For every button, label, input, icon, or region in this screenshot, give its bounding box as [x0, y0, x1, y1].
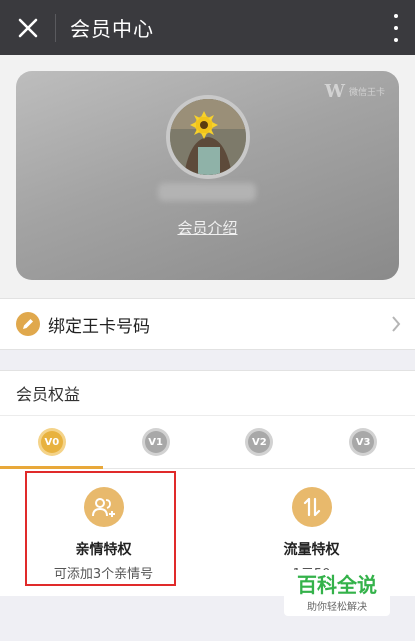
card-brand: W 微信王卡 — [325, 81, 385, 102]
bind-card-row[interactable]: 绑定王卡号码 — [0, 298, 415, 350]
more-menu-button[interactable] — [391, 14, 401, 42]
brand-logo-icon: W — [324, 81, 345, 102]
benefit-name: 流量特权 — [283, 542, 340, 558]
brand-text: 微信王卡 — [348, 88, 385, 98]
member-name-blurred — [158, 183, 256, 201]
member-rights-title: 会员权益 — [16, 385, 81, 404]
chevron-right-icon — [392, 316, 401, 332]
bind-card-label: 绑定王卡号码 — [48, 316, 150, 337]
pencil-icon — [16, 312, 40, 336]
level-badge: V2 — [248, 431, 271, 453]
tab-level-v0[interactable]: V0 — [0, 416, 104, 468]
avatar-photo — [170, 99, 246, 175]
avatar[interactable] — [166, 95, 250, 179]
level-badge: V0 — [40, 431, 63, 453]
watermark-title: 百科全说 — [297, 573, 377, 597]
level-tabs: V0 V1 V2 V3 — [0, 415, 415, 469]
tab-level-v2[interactable]: V2 — [208, 416, 312, 468]
more-dot-icon — [394, 14, 398, 18]
more-dot-icon — [394, 38, 398, 42]
highlight-box — [25, 471, 176, 586]
tab-level-v3[interactable]: V3 — [311, 416, 415, 468]
member-intro-link[interactable]: 会员介绍 — [16, 217, 399, 238]
watermark-subtitle: 助你轻松解决 — [307, 602, 367, 613]
header-bar: 会员中心 — [0, 0, 415, 55]
level-badge: V3 — [352, 431, 375, 453]
close-button[interactable] — [0, 0, 55, 55]
close-icon — [18, 18, 37, 37]
data-transfer-icon — [291, 487, 332, 527]
more-dot-icon — [394, 26, 398, 30]
page-title: 会员中心 — [70, 17, 154, 41]
tab-level-v1[interactable]: V1 — [104, 416, 208, 468]
member-card-area: W 微信王卡 会员介绍 — [0, 55, 415, 298]
member-rights-header: 会员权益 — [0, 370, 415, 415]
header-divider — [55, 13, 56, 42]
watermark: 百科全说 助你轻松解决 — [284, 570, 390, 616]
member-card: W 微信王卡 会员介绍 — [16, 71, 399, 280]
level-badge: V1 — [144, 431, 167, 453]
